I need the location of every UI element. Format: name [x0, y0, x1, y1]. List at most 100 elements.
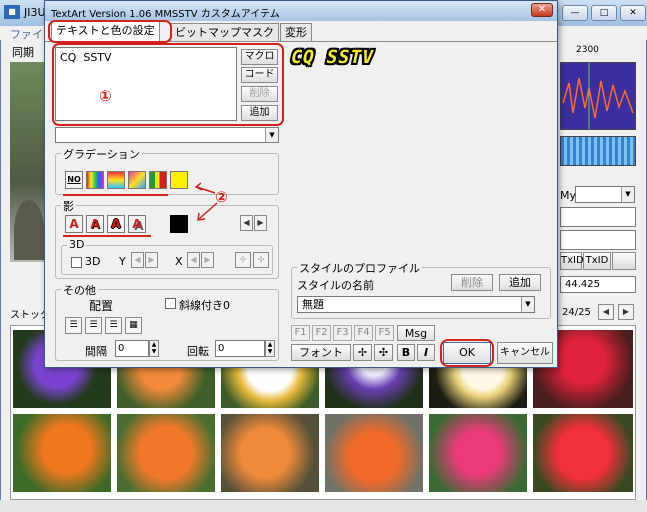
align-right-icon[interactable]: ☰: [105, 317, 122, 334]
layout-label: 配置: [89, 299, 114, 313]
font-combo[interactable]: ▼: [55, 127, 279, 143]
sync-label: 同期: [12, 46, 34, 59]
three-d-y-left[interactable]: ◀: [131, 252, 144, 268]
stock-image[interactable]: [428, 413, 528, 493]
f2-button[interactable]: F2: [312, 325, 331, 341]
stock-image[interactable]: [12, 413, 112, 493]
chevron-down-icon[interactable]: ▼: [521, 297, 534, 312]
shadow-none-button[interactable]: A: [65, 215, 83, 233]
gradation-vertical-button[interactable]: [107, 171, 125, 189]
dialog-close-icon[interactable]: ✕: [531, 3, 553, 17]
three-d-label: 3D: [67, 238, 87, 251]
tab-transform[interactable]: 変形: [280, 23, 312, 41]
gradation-pattern-button[interactable]: [149, 171, 167, 189]
menu-file[interactable]: ファイ: [10, 26, 43, 42]
style-delete-button[interactable]: 削除: [451, 274, 493, 291]
style-add-button[interactable]: 追加: [499, 274, 541, 291]
stock-image[interactable]: [220, 413, 320, 493]
page-prev-button[interactable]: ◀: [598, 304, 614, 320]
spacing-spinner[interactable]: ▲ ▼: [149, 340, 159, 357]
three-d-checkbox[interactable]: [71, 257, 82, 268]
style-name-value: 無題: [302, 298, 324, 311]
three-d-x-left[interactable]: ◀: [187, 252, 200, 268]
tab-bitmap-mask[interactable]: ビットマップマスク: [170, 23, 279, 41]
app-icon: ■: [4, 5, 20, 19]
three-d-x-label: X: [175, 255, 183, 268]
three-d-checkbox-label: 3D: [85, 255, 101, 268]
expand-icon[interactable]: ✢: [353, 344, 372, 361]
style-profile-label: スタイルのプロファイル: [297, 260, 422, 276]
rotation-label: 回転: [187, 345, 209, 358]
name-field[interactable]: [560, 230, 636, 250]
annotation-arrows: [194, 182, 218, 221]
style-name-label: スタイルの名前: [297, 279, 374, 292]
spacing-label: 間隔: [85, 345, 107, 358]
f1-button[interactable]: F1: [291, 325, 310, 341]
calculator-icon[interactable]: ▦: [125, 317, 142, 334]
other-label: その他: [61, 282, 98, 298]
three-d-y-label: Y: [119, 255, 126, 268]
f5-button[interactable]: F5: [375, 325, 394, 341]
highlight-underline: [63, 194, 168, 196]
shadow-offset-button[interactable]: A: [128, 215, 146, 233]
shrink-icon[interactable]: ✣: [374, 344, 393, 361]
frequency-scale-label: 2300: [576, 45, 599, 55]
font-button[interactable]: フォント: [291, 344, 351, 361]
my-label: My: [560, 189, 577, 202]
status-bar: [0, 500, 647, 512]
three-d-x-right[interactable]: ▶: [201, 252, 214, 268]
cancel-button[interactable]: キャンセル: [497, 342, 553, 364]
spacing-input[interactable]: 0: [115, 340, 149, 357]
f4-button[interactable]: F4: [354, 325, 373, 341]
highlight-text-area: [52, 43, 284, 126]
align-left-icon[interactable]: ☰: [65, 317, 82, 334]
italic-button[interactable]: I: [417, 344, 435, 361]
spectrum-display: [560, 136, 636, 166]
slant-label: 斜線付き0: [179, 299, 230, 312]
close-icon[interactable]: ✕: [620, 5, 646, 21]
text-preview: CQ SSTV: [288, 47, 377, 68]
gradation-diagonal-button[interactable]: [128, 171, 146, 189]
my-combo[interactable]: ▼: [575, 186, 635, 203]
tree-silhouette: [14, 200, 44, 260]
f3-button[interactable]: F3: [333, 325, 352, 341]
page-next-button[interactable]: ▶: [618, 304, 634, 320]
align-center-icon[interactable]: ☰: [85, 317, 102, 334]
gradation-none-button[interactable]: NO: [65, 171, 83, 189]
highlight-ok: [440, 339, 494, 367]
waterfall-signal-graph: [562, 63, 634, 129]
gradation-label: グラデーション: [61, 146, 142, 162]
stock-image[interactable]: [324, 413, 424, 493]
stock-image[interactable]: [532, 413, 634, 493]
page-indicator: 24/25: [562, 307, 591, 318]
maximize-icon[interactable]: □: [591, 5, 617, 21]
textart-dialog: TextArt Version 1.06 MMSSTV カスタムアイテム ✕ テ…: [44, 0, 558, 368]
chevron-down-icon[interactable]: ▼: [265, 128, 278, 142]
txid-button-2[interactable]: TxID: [583, 252, 611, 270]
background-title: JI3U: [24, 6, 46, 19]
three-d-shrink-icon[interactable]: ✣: [253, 252, 269, 268]
style-name-select[interactable]: 無題 ▼: [297, 296, 535, 313]
txid-button-1[interactable]: TxID: [560, 252, 584, 270]
shadow-outline-button[interactable]: A: [107, 215, 125, 233]
stock-image[interactable]: [116, 413, 216, 493]
chevron-down-icon[interactable]: ▼: [621, 187, 634, 202]
rotation-spinner[interactable]: ▲ ▼: [265, 340, 275, 357]
callsign-field[interactable]: [560, 207, 636, 227]
highlight-underline: [63, 235, 151, 237]
shadow-left-arrow[interactable]: ◀: [240, 215, 253, 231]
three-d-y-right[interactable]: ▶: [145, 252, 158, 268]
msg-button[interactable]: Msg: [397, 325, 435, 341]
shadow-drop-button[interactable]: A: [86, 215, 104, 233]
minimize-icon[interactable]: —: [562, 5, 588, 21]
rsv-toggle[interactable]: [612, 252, 636, 270]
slant-checkbox[interactable]: [165, 298, 176, 309]
gradation-horizontal-button[interactable]: [86, 171, 104, 189]
shadow-label: 影: [61, 198, 76, 214]
frequency-field[interactable]: 44.425: [560, 276, 636, 293]
shadow-right-arrow[interactable]: ▶: [254, 215, 267, 231]
rotation-input[interactable]: 0: [215, 340, 265, 357]
dialog-title: TextArt Version 1.06 MMSSTV カスタムアイテム: [51, 9, 280, 20]
three-d-expand-icon[interactable]: ✢: [235, 252, 251, 268]
bold-button[interactable]: B: [397, 344, 415, 361]
